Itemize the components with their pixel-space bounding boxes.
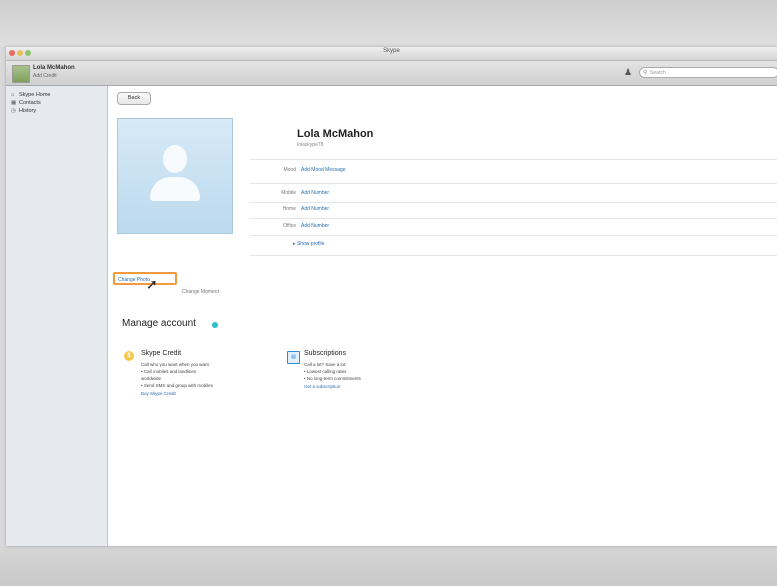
divider (250, 235, 777, 236)
mobile-value-link[interactable]: Add Number (301, 190, 329, 196)
skype-window: Skype Lola McMahon Add Credit ♟ ⚲ Search… (6, 47, 777, 546)
divider (250, 159, 777, 160)
sidebar-item-contacts[interactable]: ▦ Contacts (11, 100, 41, 106)
home-label: Home (282, 206, 296, 212)
office-value-link[interactable]: Add Number (301, 223, 329, 229)
home-icon: ⌂ (11, 92, 15, 98)
subscriptions-line: Call a lot? Save a lot. (304, 362, 347, 367)
mouse-cursor-icon: ➚ (146, 276, 158, 292)
subscriptions-line: • No long-term commitments (304, 376, 361, 381)
sidebar-item-label: Contacts (19, 100, 41, 106)
get-subscription-link[interactable]: Get a subscription (304, 384, 340, 389)
sidebar: ⌂ Skype Home ▦ Contacts ◷ History (6, 86, 108, 546)
sidebar-item-history[interactable]: ◷ History (11, 108, 36, 114)
bottom-backdrop (0, 546, 777, 586)
add-credit-link[interactable]: Add Credit (33, 73, 57, 79)
divider (250, 255, 777, 256)
title-bar: Skype (6, 47, 777, 61)
profile-username: lolaskype78 (297, 142, 324, 148)
history-icon: ◷ (11, 108, 16, 114)
credit-line: Call who you want when you want. (141, 362, 211, 367)
buy-skype-credit-link[interactable]: Buy Skype Credit (141, 391, 176, 396)
credit-line: worldwide (141, 376, 162, 381)
top-backdrop (0, 0, 777, 47)
contacts-icon: ▦ (11, 100, 17, 106)
user-name[interactable]: Lola McMahon (33, 65, 75, 71)
manage-account-title: Manage account (122, 318, 196, 329)
change-photo-button[interactable]: Change Photo (113, 272, 177, 285)
show-profile-label: Show profile (296, 241, 325, 247)
main-panel: Back Change Photo ➚ Change Moment Lola M… (108, 86, 777, 546)
credit-line: • Send SMS and group with mobiles (141, 383, 213, 388)
office-label: Office (283, 223, 296, 229)
photo-caption: Change Moment (182, 289, 219, 295)
profile-name: Lola McMahon (297, 128, 374, 140)
divider (250, 202, 777, 203)
mobile-label: Mobile (281, 190, 296, 196)
avatar[interactable] (12, 65, 30, 83)
divider (250, 218, 777, 219)
search-icon: ⚲ (643, 70, 648, 76)
avatar-body-shape (150, 177, 200, 201)
skype-credit-icon: $ (124, 351, 134, 361)
status-dot-icon (212, 322, 218, 328)
divider (250, 183, 777, 184)
show-profile-link[interactable]: ▸ Show profile (293, 241, 324, 247)
search-input[interactable]: ⚲ Search (639, 67, 777, 78)
toolbar: Lola McMahon Add Credit ♟ ⚲ Search (6, 61, 777, 86)
avatar-head-shape (163, 145, 187, 173)
home-value-link[interactable]: Add Number (301, 206, 329, 212)
sidebar-item-label: Skype Home (19, 92, 51, 98)
sidebar-item-skype-home[interactable]: ⌂ Skype Home (11, 92, 51, 98)
subscriptions-line: • Lowest calling rates (304, 369, 347, 374)
contacts-add-icon[interactable]: ♟ (623, 67, 633, 77)
mood-value-link[interactable]: Add Mood Message (301, 167, 345, 173)
search-placeholder: Search (650, 70, 666, 76)
credit-line: • Call mobiles and landlines (141, 369, 197, 374)
sidebar-item-label: History (19, 108, 37, 114)
back-button[interactable]: Back (117, 92, 151, 105)
window-title: Skype (383, 48, 400, 54)
mood-label: Mood (283, 167, 296, 173)
subscriptions-title: Subscriptions (304, 350, 347, 357)
profile-picture[interactable] (117, 118, 233, 234)
skype-credit-title: Skype Credit (141, 350, 182, 357)
subscriptions-calendar-icon: ▤ (287, 351, 300, 364)
